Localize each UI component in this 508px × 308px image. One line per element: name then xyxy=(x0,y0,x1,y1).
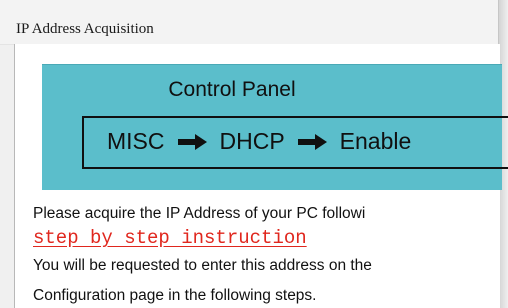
step-enable: Enable xyxy=(339,128,412,154)
instruction-text-1: Please acquire the IP Address of your PC… xyxy=(33,205,366,222)
step-by-step-link[interactable]: step by step instruction xyxy=(33,227,307,249)
step-sequence-box: MISC DHCP Enable xyxy=(82,116,508,169)
right-arrow-icon xyxy=(177,133,207,150)
instruction-text-2: You will be requested to enter this addr… xyxy=(33,257,372,274)
dialog-window: IP Address Acquisition Control Panel MIS… xyxy=(0,0,508,308)
step-dhcp: DHCP xyxy=(219,128,285,154)
content-area: Control Panel MISC DHCP Enable Please ac… xyxy=(14,44,508,308)
right-arrow-icon xyxy=(297,133,327,150)
step-sequence: MISC DHCP Enable xyxy=(107,128,411,155)
window-title: IP Address Acquisition xyxy=(16,21,154,37)
panel-title: Control Panel xyxy=(168,78,296,101)
step-misc: MISC xyxy=(107,128,165,154)
instruction-text-3: Configuration page in the following step… xyxy=(33,287,317,304)
title-bar[interactable]: IP Address Acquisition xyxy=(0,0,508,45)
control-panel-banner: Control Panel MISC DHCP Enable xyxy=(42,64,508,190)
